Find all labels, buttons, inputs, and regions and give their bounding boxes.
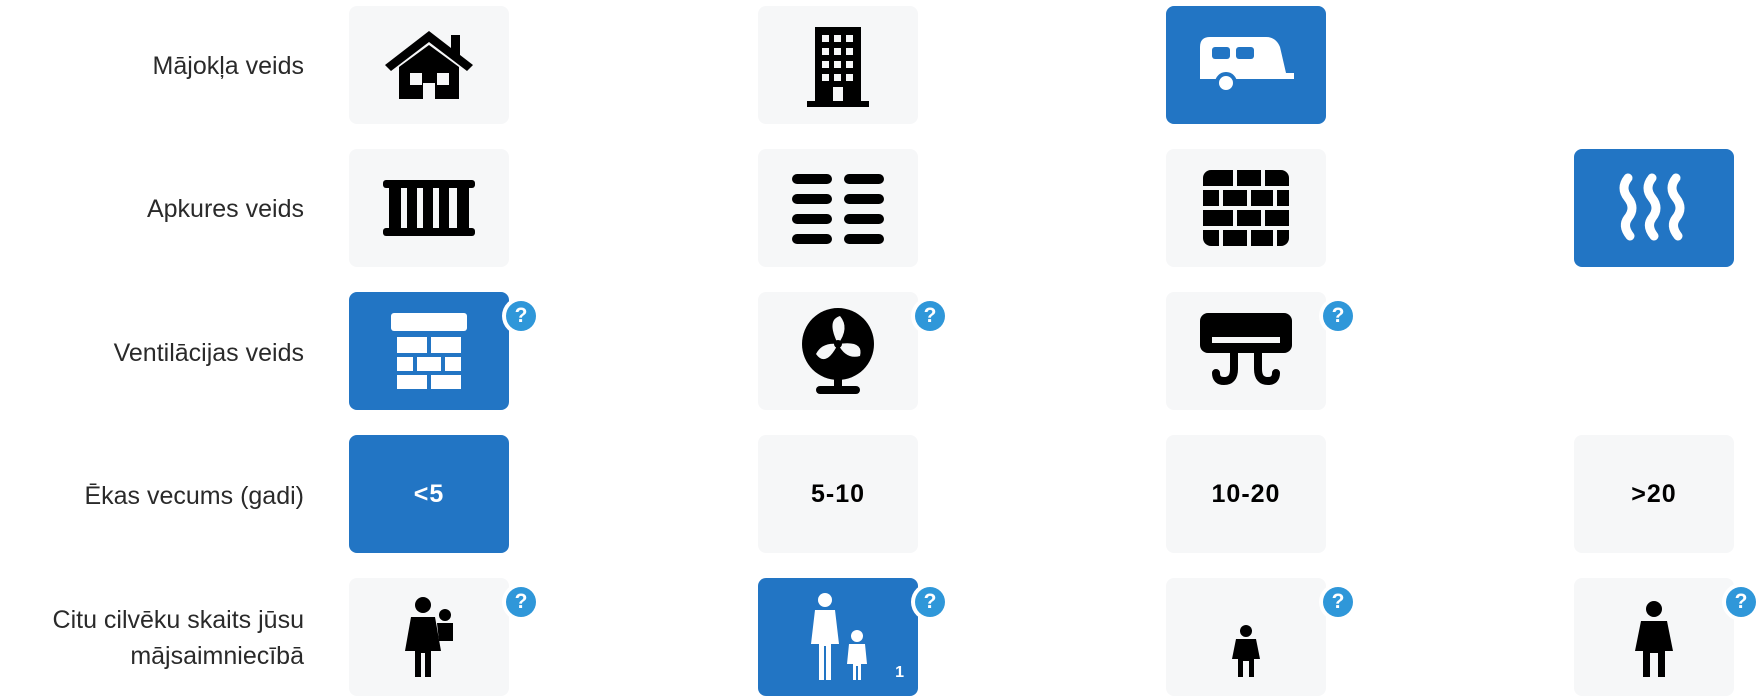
age-option-10-20[interactable]: 10-20 <box>1166 435 1326 553</box>
household-adult-child-help-button[interactable]: ? <box>911 583 949 621</box>
household-child-help-button[interactable]: ? <box>1319 583 1357 621</box>
household-option-adult[interactable] <box>1574 578 1734 696</box>
housing-option-caravan[interactable] <box>1166 6 1326 124</box>
ventilation-option-fan[interactable] <box>758 292 918 410</box>
household-people-label-line2: mājsaimniecībā <box>130 642 304 670</box>
air-conditioner-icon <box>1198 311 1294 391</box>
age-option-under-5[interactable]: <5 <box>349 435 509 553</box>
age-option-5-10[interactable]: 5-10 <box>758 435 918 553</box>
household-adult-help-button[interactable]: ? <box>1722 583 1760 621</box>
help-icon: ? <box>1726 587 1756 617</box>
caravan-icon <box>1196 35 1296 95</box>
adult-with-child-icon <box>801 592 875 682</box>
heating-option-stove[interactable] <box>1166 149 1326 267</box>
ventilation-natural-help-button[interactable]: ? <box>502 297 540 335</box>
adult-icon <box>1629 595 1679 679</box>
heating-option-floor[interactable] <box>758 149 918 267</box>
household-people-label-line1: Citu cilvēku skaits jūsu <box>52 606 304 634</box>
help-icon: ? <box>1323 301 1353 331</box>
ventilation-option-ac[interactable] <box>1166 292 1326 410</box>
ventilation-type-label: Ventilācijas veids <box>113 339 304 367</box>
household-count-badge: 1 <box>895 664 904 681</box>
stove-brick-icon <box>1203 170 1289 246</box>
household-option-child[interactable] <box>1166 578 1326 696</box>
help-icon: ? <box>506 301 536 331</box>
age-option-label: <5 <box>413 479 445 508</box>
ventilation-fan-help-button[interactable]: ? <box>911 297 949 335</box>
heating-type-label: Apkures veids <box>146 195 304 223</box>
help-icon: ? <box>1323 587 1353 617</box>
heating-option-radiator[interactable] <box>349 149 509 267</box>
building-age-label: Ēkas vecums (gadi) <box>84 482 304 510</box>
heating-option-heat[interactable] <box>1574 149 1734 267</box>
mother-carrying-child-icon <box>399 595 459 679</box>
help-icon: ? <box>915 587 945 617</box>
apartment-building-icon <box>803 21 873 109</box>
housing-option-house[interactable] <box>349 6 509 124</box>
household-option-adult-with-child[interactable]: 1 <box>758 578 918 696</box>
housing-option-apartment[interactable] <box>758 6 918 124</box>
ventilation-option-natural[interactable] <box>349 292 509 410</box>
housing-type-label: Mājokļa veids <box>152 52 304 80</box>
underfloor-heating-icon <box>790 170 886 246</box>
natural-ventilation-icon <box>389 311 469 391</box>
heat-waves-icon <box>1616 170 1692 246</box>
help-icon: ? <box>506 587 536 617</box>
age-option-over-20[interactable]: >20 <box>1574 435 1734 553</box>
help-icon: ? <box>915 301 945 331</box>
age-option-label: 5-10 <box>810 479 866 508</box>
household-parent-baby-help-button[interactable]: ? <box>502 583 540 621</box>
radiator-icon <box>381 178 477 238</box>
house-icon <box>381 25 477 105</box>
household-people-label: Citu cilvēku skaits jūsu mājsaimniecībā <box>0 602 304 674</box>
age-option-label: >20 <box>1631 479 1677 508</box>
age-option-label: 10-20 <box>1211 479 1281 508</box>
child-icon <box>1224 595 1268 679</box>
ventilation-ac-help-button[interactable]: ? <box>1319 297 1357 335</box>
fan-icon <box>798 306 878 396</box>
household-option-parent-with-baby[interactable] <box>349 578 509 696</box>
